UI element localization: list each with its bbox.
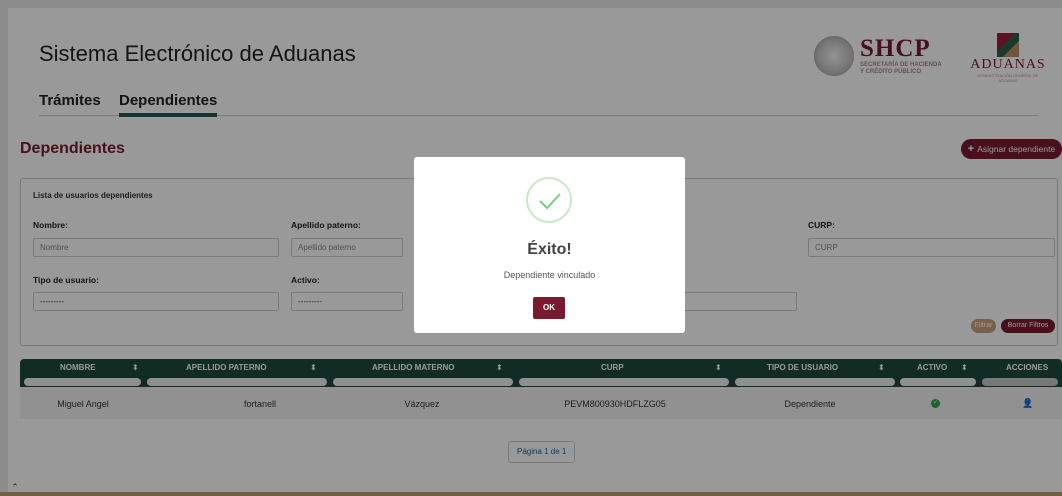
modal-title: Éxito! (527, 241, 572, 258)
modal-message: Dependiente vinculado (503, 270, 596, 280)
success-check-icon (526, 177, 572, 223)
ok-button[interactable]: OK (533, 297, 565, 319)
success-modal: Éxito! Dependiente vinculado OK (414, 157, 685, 333)
